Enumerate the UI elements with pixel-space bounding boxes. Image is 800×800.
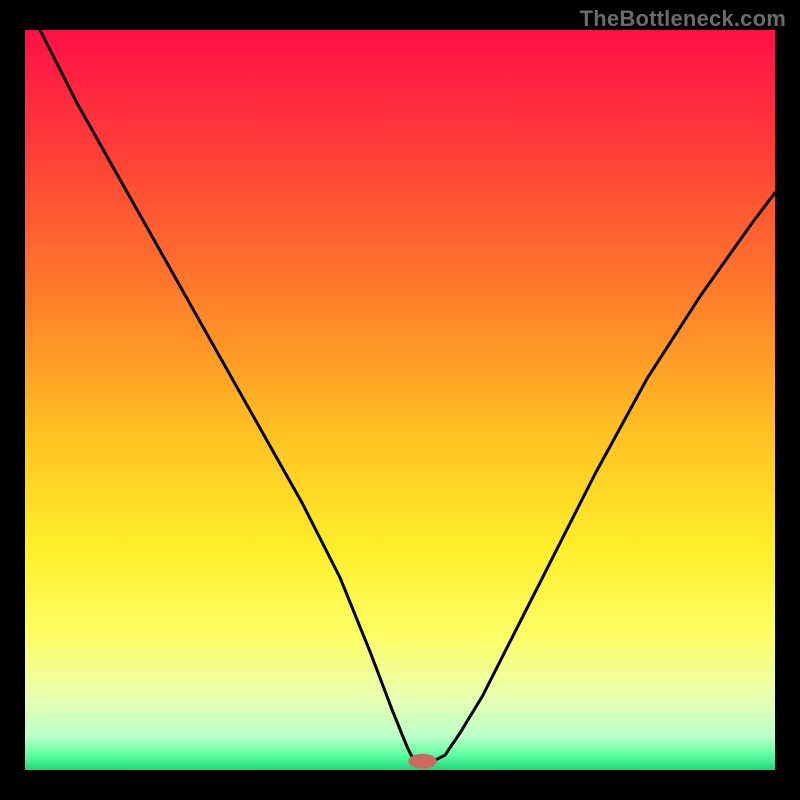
watermark-text: TheBottleneck.com bbox=[580, 6, 786, 32]
plot-area bbox=[25, 30, 775, 770]
bottleneck-chart bbox=[25, 30, 775, 770]
chart-frame: TheBottleneck.com bbox=[0, 0, 800, 800]
minimum-marker bbox=[408, 754, 436, 769]
gradient-background bbox=[25, 30, 775, 770]
